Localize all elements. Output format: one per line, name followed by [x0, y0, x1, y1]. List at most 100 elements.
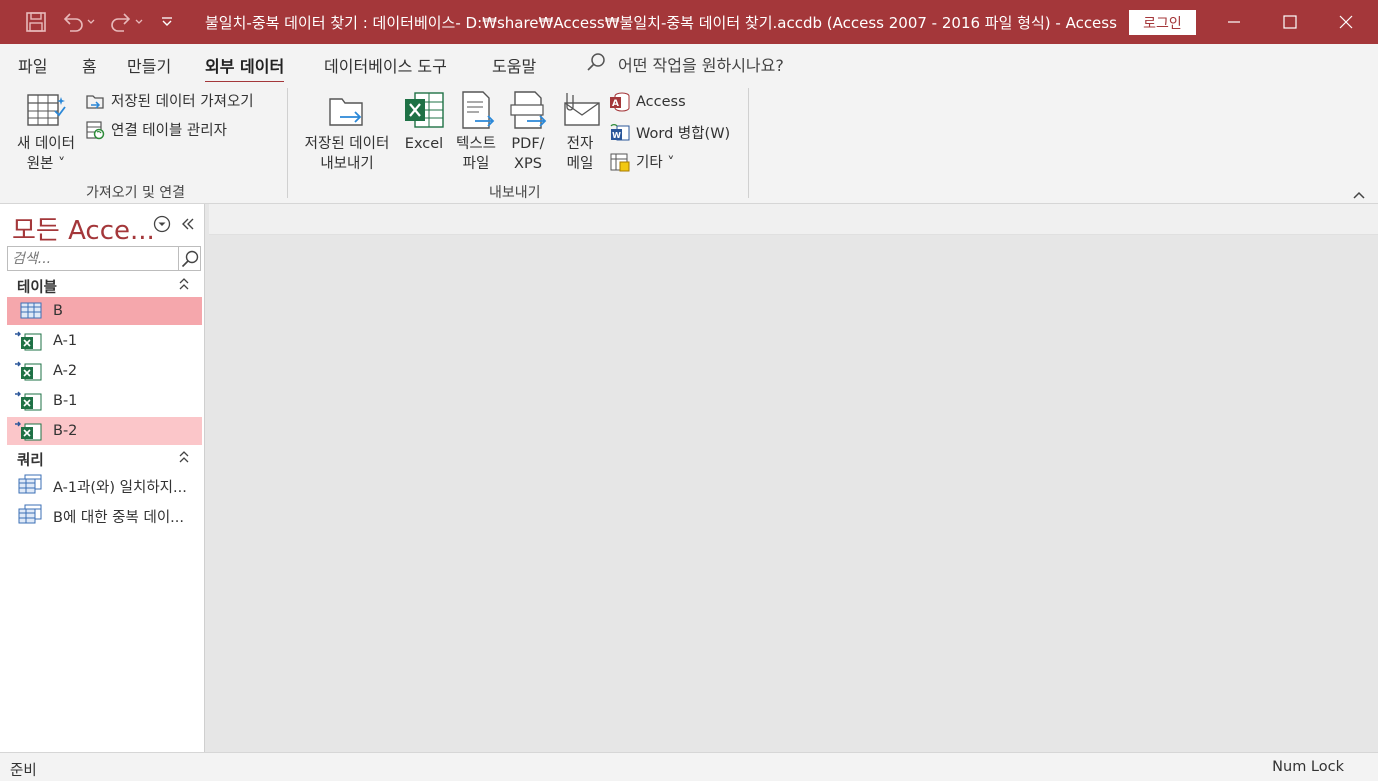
window-title: 불일치-중복 데이터 찾기 : 데이터베이스- D:₩share₩Access₩… — [205, 14, 1117, 32]
pdf-icon — [506, 88, 550, 132]
saved-imports-button[interactable]: 저장된 데이터 가져오기 — [85, 90, 254, 111]
word-merge-icon: W — [610, 123, 630, 143]
nav-menu-dropdown-icon[interactable] — [153, 215, 171, 237]
saved-exports-label-2: 내보내기 — [320, 156, 374, 172]
tell-me-search[interactable]: 어떤 작업을 원하시나요? — [586, 52, 784, 76]
excel-icon — [402, 88, 446, 132]
tab-home[interactable]: 홈 — [82, 53, 97, 77]
section-header-queries[interactable]: 쿼리 — [7, 446, 202, 470]
export-group-label: 내보내기 — [489, 185, 541, 201]
status-text: 준비 — [10, 763, 37, 779]
export-excel-button[interactable]: Excel — [402, 88, 446, 154]
email-icon — [558, 88, 602, 132]
redo-icon[interactable] — [106, 8, 146, 36]
document-workspace — [209, 235, 1378, 752]
more-export-label: 기타 ˅ — [636, 155, 675, 171]
nav-item-linked-a2[interactable]: A-2 — [7, 357, 202, 385]
ribbon-tabs: 파일 홈 만들기 외부 데이터 데이터베이스 도구 도움말 어떤 작업을 원하시… — [0, 44, 1378, 84]
more-export-icon — [610, 152, 630, 172]
word-merge-label: Word 병합(W) — [636, 126, 731, 142]
saved-exports-button[interactable]: 저장된 데이터 내보내기 — [298, 88, 396, 174]
section-header-tables[interactable]: 테이블 — [7, 273, 202, 297]
new-data-source-label-2: 원본 ˅ — [26, 156, 66, 172]
tab-database-tools[interactable]: 데이터베이스 도구 — [324, 53, 447, 77]
linked-excel-icon — [15, 331, 43, 351]
linked-excel-icon — [15, 421, 43, 441]
nav-item-label: B에 대한 중복 데이... — [53, 510, 184, 526]
access-label: Access — [636, 94, 686, 110]
search-icon[interactable] — [178, 247, 200, 270]
nav-item-linked-a1[interactable]: A-1 — [7, 327, 202, 355]
minimize-icon[interactable] — [1206, 0, 1262, 44]
nav-item-linked-b1[interactable]: B-1 — [7, 387, 202, 415]
saved-imports-icon — [85, 91, 105, 111]
nav-item-label: A-2 — [53, 363, 78, 379]
collapse-section-icon — [178, 277, 190, 295]
nav-pane-title[interactable]: 모든 Acce... — [12, 210, 155, 247]
nav-search-input[interactable] — [8, 247, 178, 270]
saved-exports-icon — [325, 88, 369, 132]
nav-item-query-2[interactable]: B에 대한 중복 데이... — [7, 500, 202, 528]
nav-item-label: A-1과(와) 일치하지... — [53, 480, 187, 496]
table-icon — [15, 301, 43, 321]
linked-table-manager-icon — [85, 120, 105, 140]
saved-exports-label: 저장된 데이터 — [304, 136, 390, 152]
save-icon[interactable] — [22, 8, 50, 36]
svg-text:A: A — [612, 99, 619, 109]
collapse-ribbon-icon[interactable] — [1352, 188, 1366, 204]
maximize-icon[interactable] — [1262, 0, 1318, 44]
nav-item-query-1[interactable]: A-1과(와) 일치하지... — [7, 470, 202, 498]
tab-help[interactable]: 도움말 — [492, 53, 536, 77]
navigation-pane: 모든 Acce... 테이블 B A-1 A-2 — [0, 204, 205, 752]
email-label: 전자 — [566, 136, 594, 152]
access-icon: A — [610, 92, 630, 112]
svg-text:W: W — [612, 131, 621, 140]
linked-table-manager-button[interactable]: 연결 테이블 관리자 — [85, 119, 227, 140]
new-data-source-icon — [24, 88, 68, 132]
more-export-button[interactable]: 기타 ˅ — [610, 151, 675, 172]
nav-item-linked-b2[interactable]: B-2 — [7, 417, 202, 445]
nav-item-table-b[interactable]: B — [7, 297, 202, 325]
saved-imports-label: 저장된 데이터 가져오기 — [111, 94, 254, 110]
status-bar: 준비 Num Lock — [0, 752, 1378, 781]
tell-me-text: 어떤 작업을 원하시나요? — [618, 56, 784, 75]
tab-file[interactable]: 파일 — [18, 53, 47, 77]
new-data-source-label: 새 데이터 — [17, 136, 75, 152]
search-icon — [586, 52, 606, 76]
tab-external-data[interactable]: 외부 데이터 — [205, 53, 285, 84]
export-pdf-button[interactable]: PDF/ XPS — [506, 88, 550, 174]
ribbon: 새 데이터 원본 ˅ 저장된 데이터 가져오기 연결 테이블 관리자 가져오기 … — [0, 82, 1378, 204]
tab-create[interactable]: 만들기 — [127, 53, 171, 77]
query-icon — [15, 474, 43, 494]
section-label: 테이블 — [17, 280, 58, 296]
excel-label: Excel — [404, 136, 444, 152]
nav-item-label: B-1 — [53, 393, 78, 409]
text-label: 텍스트 — [455, 136, 497, 152]
customize-icon[interactable] — [156, 8, 178, 36]
title-bar: 불일치-중복 데이터 찾기 : 데이터베이스- D:₩share₩Access₩… — [0, 0, 1378, 44]
num-lock-indicator: Num Lock — [1272, 759, 1344, 775]
section-label: 쿼리 — [17, 453, 44, 469]
login-button[interactable]: 로그인 — [1129, 10, 1196, 35]
email-button[interactable]: 전자 메일 — [556, 88, 604, 174]
group-divider-2 — [748, 88, 749, 198]
linked-excel-icon — [15, 361, 43, 381]
undo-icon[interactable] — [58, 8, 98, 36]
export-text-button[interactable]: 텍스트 파일 — [452, 88, 500, 174]
email-label-2: 메일 — [566, 156, 594, 172]
import-group-label: 가져오기 및 연결 — [86, 185, 186, 201]
close-icon[interactable] — [1318, 0, 1374, 44]
new-data-source-button[interactable]: 새 데이터 원본 ˅ — [12, 88, 80, 174]
shutter-bar-close-icon[interactable] — [180, 216, 196, 236]
export-access-button[interactable]: A Access — [610, 92, 686, 112]
word-merge-button[interactable]: W Word 병합(W) — [610, 122, 730, 143]
text-file-icon — [454, 88, 498, 132]
nav-item-label: A-1 — [53, 333, 78, 349]
text-label-2: 파일 — [462, 156, 490, 172]
linked-excel-icon — [15, 391, 43, 411]
nav-item-label: B-2 — [53, 423, 78, 439]
document-tab-strip — [209, 204, 1378, 235]
query-icon — [15, 504, 43, 524]
pdf-label-2: XPS — [514, 156, 542, 172]
pdf-label: PDF/ — [511, 136, 545, 152]
